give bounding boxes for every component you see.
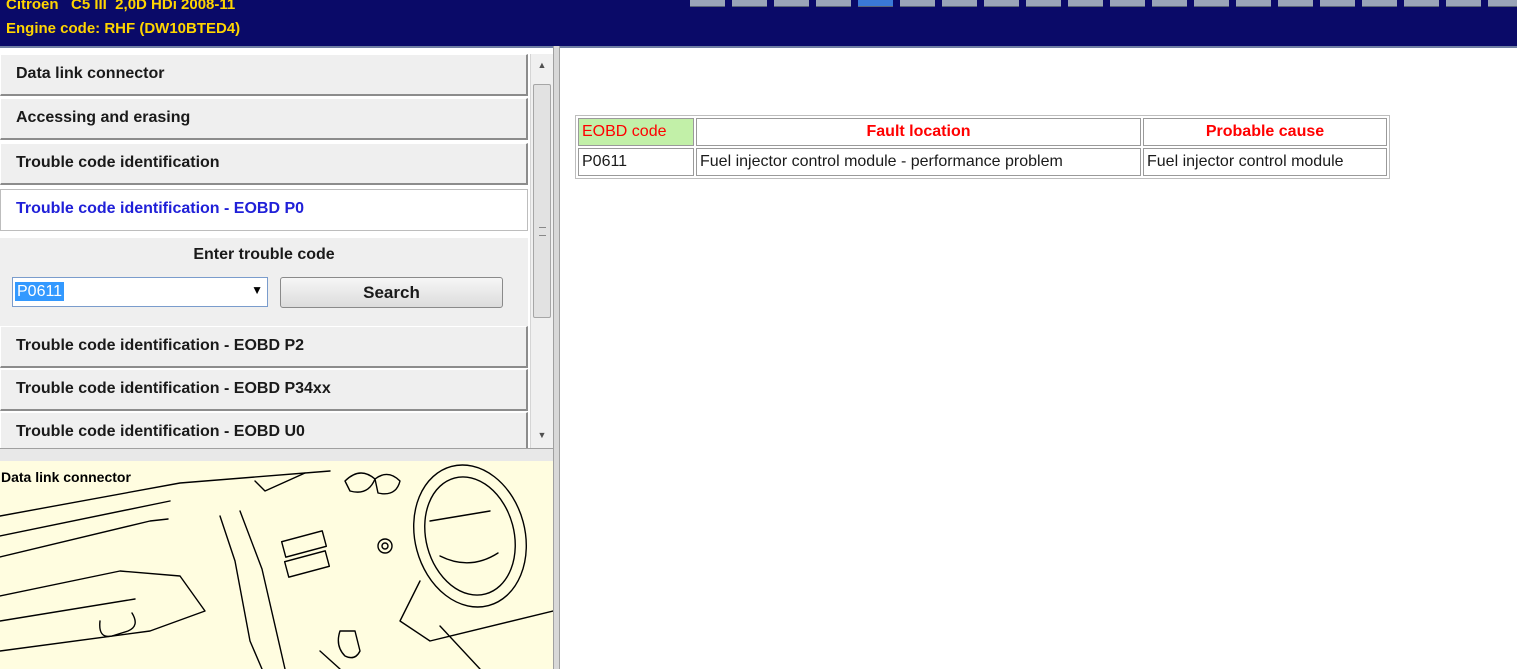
toolbar-button[interactable] — [1446, 0, 1481, 7]
chevron-down-icon[interactable]: ▼ — [251, 283, 263, 297]
scroll-down-arrow-icon[interactable]: ▼ — [531, 426, 553, 444]
nav-item-data-link-connector[interactable]: Data link connector — [0, 54, 528, 96]
vehicle-title: Citroen C5 III 2,0D HDi 2008-11 — [6, 0, 236, 13]
toolbar-button[interactable] — [900, 0, 935, 7]
toolbar-button[interactable] — [1026, 0, 1061, 7]
horizontal-splitter[interactable] — [0, 448, 553, 462]
toolbar-button[interactable] — [1404, 0, 1439, 7]
nav-item-accessing-and-erasing[interactable]: Accessing and erasing — [0, 98, 528, 140]
toolbar-button[interactable] — [1278, 0, 1313, 7]
nav-item-eobd-p2[interactable]: Trouble code identification - EOBD P2 — [0, 326, 528, 368]
table-header-row: EOBD code Fault location Probable cause — [578, 118, 1387, 146]
nav-item-trouble-code-identification[interactable]: Trouble code identification — [0, 143, 528, 185]
toolbar-button[interactable] — [1110, 0, 1145, 7]
search-title: Enter trouble code — [193, 246, 335, 263]
toolbar-button[interactable] — [690, 0, 725, 7]
grip-icon — [539, 227, 546, 236]
app-header: Citroen C5 III 2,0D HDi 2008-11 Engine c… — [0, 0, 1517, 48]
trouble-code-search-panel: Enter trouble code P0611 ▼ Search — [0, 238, 528, 326]
toolbar-button[interactable] — [774, 0, 809, 7]
toolbar-button[interactable] — [942, 0, 977, 7]
nav-item-eobd-p0[interactable]: Trouble code identification - EOBD P0 — [0, 189, 528, 231]
cell-eobd-code: P0611 — [578, 148, 694, 176]
toolbar-button[interactable] — [1068, 0, 1103, 7]
toolbar-button[interactable] — [1236, 0, 1271, 7]
dashboard-drawing — [0, 464, 553, 669]
nav-item-eobd-p34xx[interactable]: Trouble code identification - EOBD P34xx — [0, 369, 528, 411]
vertical-splitter[interactable] — [553, 46, 560, 669]
toolbar-button[interactable] — [1320, 0, 1355, 7]
toolbar-button[interactable] — [1194, 0, 1229, 7]
scrollbar-thumb[interactable] — [533, 84, 551, 318]
nav-scrollbar[interactable]: ▲ ▼ — [530, 54, 553, 448]
image-caption: Data link connector — [1, 469, 131, 485]
toolbar-button[interactable] — [1152, 0, 1187, 7]
search-button[interactable]: Search — [280, 277, 503, 308]
topic-navigation: Data link connector Accessing and erasin… — [0, 54, 530, 454]
table-row: P0611 Fuel injector control module - per… — [578, 148, 1387, 176]
toolbar — [690, 0, 1517, 7]
cell-probable-cause: Fuel injector control module — [1143, 148, 1387, 176]
trouble-code-value[interactable]: P0611 — [15, 282, 65, 301]
cell-fault-location: Fuel injector control module - performan… — [696, 148, 1141, 176]
column-header-probable-cause: Probable cause — [1143, 118, 1387, 146]
toolbar-button[interactable] — [816, 0, 851, 7]
fault-code-table: EOBD code Fault location Probable cause … — [575, 115, 1390, 179]
toolbar-button[interactable] — [732, 0, 767, 7]
column-header-eobd-code: EOBD code — [578, 118, 694, 146]
connector-location-image: Data link connector — [0, 461, 553, 669]
engine-code: Engine code: RHF (DW10BTED4) — [6, 20, 241, 37]
trouble-code-combobox[interactable]: P0611 ▼ — [12, 277, 268, 307]
toolbar-button-active[interactable] — [858, 0, 893, 7]
toolbar-button[interactable] — [1362, 0, 1397, 7]
toolbar-button[interactable] — [984, 0, 1019, 7]
scroll-up-arrow-icon[interactable]: ▲ — [531, 56, 553, 74]
column-header-fault-location: Fault location — [696, 118, 1141, 146]
toolbar-button[interactable] — [1488, 0, 1517, 7]
